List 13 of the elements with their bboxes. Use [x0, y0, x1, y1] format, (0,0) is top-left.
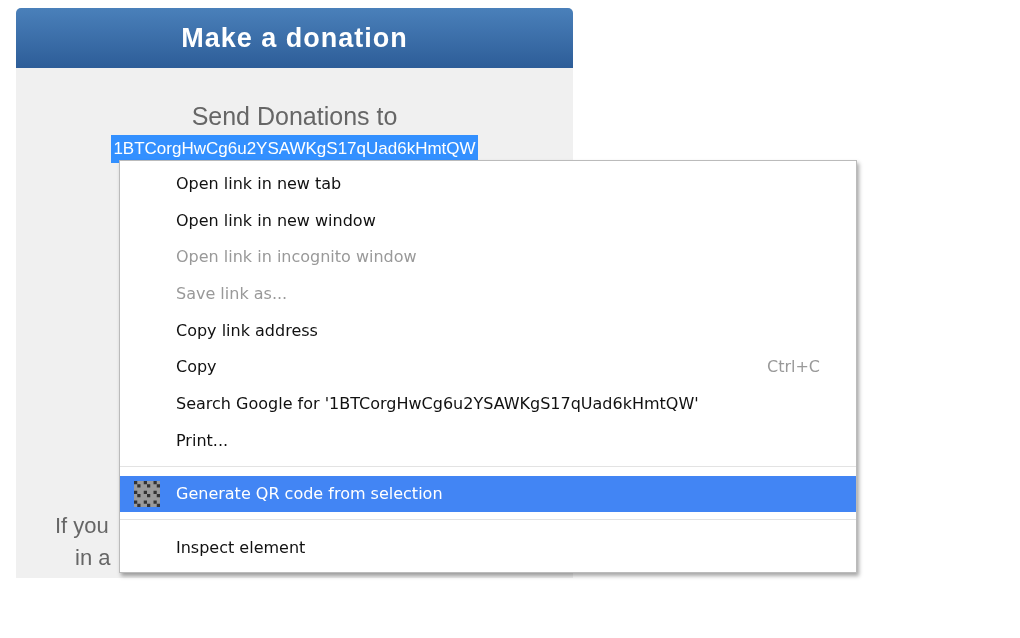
menu-item[interactable]: Search Google for '1BTCorgHwCg6u2YSAWKgS17qUad6kHmtQW': [120, 385, 856, 422]
menu-item[interactable]: Print...: [120, 421, 856, 459]
card-title: Make a donation: [181, 22, 408, 54]
menu-item[interactable]: Generate QR code from selection: [120, 475, 856, 513]
menu-item[interactable]: Copy Ctrl+C: [120, 348, 856, 386]
qr-code-icon: [134, 480, 160, 507]
body-text: If you: [55, 512, 109, 540]
body-text: in a: [75, 544, 111, 572]
menu-item[interactable]: Open link in new window: [120, 201, 856, 239]
menu-item[interactable]: Inspect element: [120, 529, 856, 566]
send-heading: Send Donations to: [191, 102, 398, 131]
menu-item[interactable]: Copy link address: [120, 311, 856, 349]
menu-item[interactable]: Open link in new tab: [120, 165, 856, 202]
